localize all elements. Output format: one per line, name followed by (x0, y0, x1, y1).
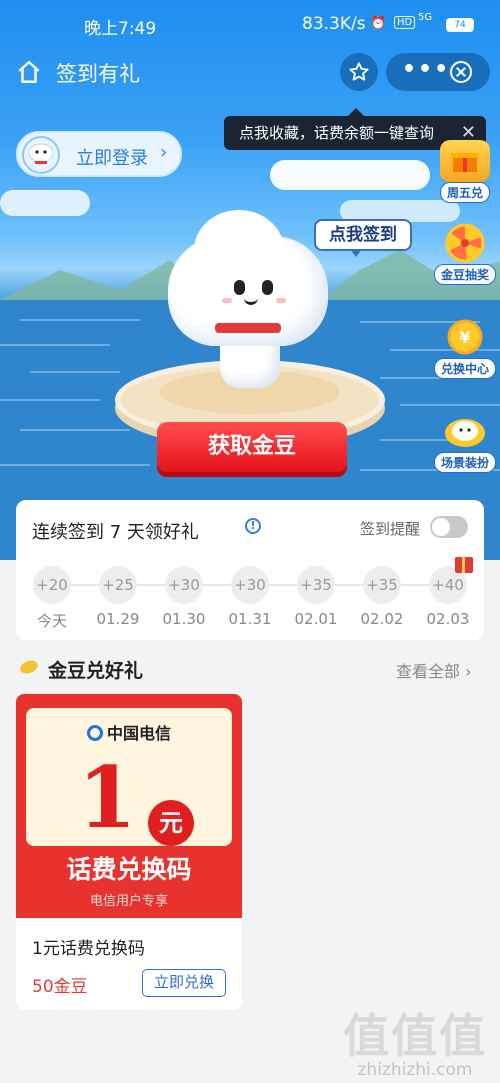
status-time: 晚上7:49 (84, 19, 157, 39)
mascot-cheek (222, 298, 232, 303)
float-label: 周五兑 (439, 182, 490, 203)
mascot-cheek (276, 298, 286, 303)
day-points: +35 (297, 566, 335, 604)
favorite-button[interactable] (340, 53, 378, 91)
tooltip-text: 点我收藏，话费余额一键查询 (239, 124, 435, 142)
alarm-icon: ⏰ (370, 16, 387, 31)
checkin-card: 连续签到 7 天领好礼 ! 签到提醒 +20 今天 +25 01.29 +30 … (16, 500, 484, 640)
star-icon (349, 62, 369, 81)
checkin-day: +30 01.31 (222, 566, 278, 628)
mini-program-capsule: ••• (386, 53, 490, 91)
page-title: 签到有礼 (56, 62, 140, 86)
prize-wheel-icon (440, 222, 490, 264)
day-date: 01.29 (96, 610, 140, 628)
svg-text:¥: ¥ (459, 328, 470, 347)
mascot-scarf (215, 323, 281, 333)
day-points: +30 (231, 566, 269, 604)
gift-box-icon (440, 140, 490, 182)
close-icon[interactable] (450, 61, 472, 83)
day-date: 02.01 (294, 610, 338, 628)
checkin-day: +40 02.03 (420, 566, 476, 628)
info-icon[interactable]: ! (245, 518, 261, 534)
day-points: +30 (165, 566, 203, 604)
day-points: +35 (363, 566, 401, 604)
section-title: 金豆兑好礼 (48, 660, 144, 682)
get-beans-button[interactable]: 获取金豆 (157, 422, 347, 472)
mascot-icon (440, 410, 490, 452)
float-item-scene[interactable]: 场景装扮 (434, 410, 496, 473)
toggle-knob (432, 518, 450, 536)
day-date: 01.31 (228, 610, 272, 628)
see-all-link[interactable]: 查看全部 › (396, 658, 472, 682)
china-telecom-logo-icon (86, 725, 103, 741)
coin-icon: ¥ (440, 316, 490, 358)
float-label: 兑换中心 (434, 358, 496, 379)
checkin-day: +35 02.02 (354, 566, 410, 628)
signal-icon: 5G (418, 12, 433, 23)
title-bar: 签到有礼 ••• (0, 50, 500, 94)
gold-bean-icon (18, 658, 40, 676)
checkin-day: +35 02.01 (288, 566, 344, 628)
checkin-day: +30 01.30 (156, 566, 212, 628)
more-icon[interactable]: ••• (402, 57, 450, 82)
coupon-unit: 元 (148, 800, 194, 846)
day-date: 01.30 (162, 610, 206, 628)
day-date: 02.02 (360, 610, 404, 628)
checkin-day: +20 今天 (24, 566, 80, 631)
float-label: 金豆抽奖 (434, 264, 496, 285)
watermark-mark: 值值值 (343, 1009, 487, 1063)
float-label: 场景装扮 (434, 452, 496, 473)
reminder-label: 签到提醒 (360, 520, 421, 538)
mascot-eye (262, 280, 273, 295)
watermark-text: zhizhizhi.com (357, 1060, 473, 1080)
checkin-title: 连续签到 7 天领好礼 (32, 522, 199, 543)
coupon-subtitle: 电信用户专享 (89, 894, 168, 909)
battery-icon: 74 (446, 18, 474, 32)
home-icon[interactable] (16, 59, 42, 85)
product-card[interactable]: 中国电信 1 元 话费兑换码 电信用户专享 1元话费兑换码 50金豆 立即兑换 (16, 694, 242, 1010)
status-network-speed: 83.3K/s (302, 14, 366, 34)
mascot-eye (234, 280, 245, 295)
login-button[interactable]: 立即登录 › (16, 131, 182, 177)
section-header: 金豆兑好礼 查看全部 › (16, 652, 486, 684)
status-bar: 晚上7:49 83.3K/s ⏰ HD 5G 74 (0, 0, 500, 44)
login-label: 立即登录 (76, 148, 148, 169)
float-item-exchange[interactable]: ¥ 兑换中心 (434, 316, 496, 379)
coupon-image: 中国电信 1 元 话费兑换码 电信用户专享 (16, 694, 242, 918)
reminder-toggle[interactable] (430, 516, 468, 538)
mascot-avatar-icon (22, 136, 60, 174)
watermark: 值值值 zhizhizhi.com (340, 1000, 490, 1080)
brand-label: 中国电信 (26, 720, 232, 744)
redeem-button[interactable]: 立即兑换 (142, 969, 226, 997)
hd-icon: HD (394, 16, 416, 29)
day-date: 02.03 (426, 610, 470, 628)
checkin-day: +25 01.29 (90, 566, 146, 628)
chevron-right-icon: › (160, 142, 168, 163)
coupon-title: 话费兑换码 (66, 855, 192, 884)
product-price: 50金豆 (32, 977, 88, 997)
product-name: 1元话费兑换码 (32, 939, 145, 959)
day-date: 今天 (36, 612, 67, 630)
day-points: +20 (33, 566, 71, 604)
float-item-friday[interactable]: 周五兑 (434, 140, 496, 203)
gift-icon (455, 557, 473, 573)
coupon-amount: 1 (78, 748, 137, 847)
sign-in-bubble[interactable]: 点我签到 (314, 219, 412, 257)
day-points: +25 (99, 566, 137, 604)
coupon-ticket: 中国电信 1 元 (26, 708, 232, 847)
brand-name: 中国电信 (106, 724, 171, 743)
float-item-lottery[interactable]: 金豆抽奖 (434, 222, 496, 285)
